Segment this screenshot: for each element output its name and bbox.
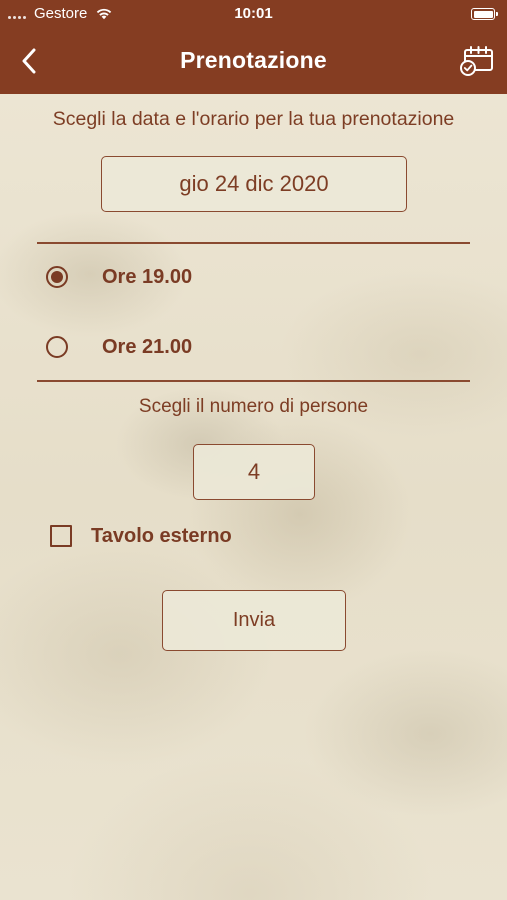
time-slot-option-2100[interactable]: Ore 21.00 bbox=[46, 332, 192, 362]
clock: 10:01 bbox=[234, 5, 273, 22]
persons-label: Scegli il numero di persone bbox=[138, 396, 369, 417]
radio-selected-icon[interactable] bbox=[46, 266, 68, 288]
persons-count-value: 4 bbox=[247, 459, 261, 484]
outdoor-table-label: Tavolo esterno bbox=[91, 524, 232, 547]
status-bar: Gestore 10:01 bbox=[0, 0, 507, 30]
time-slot-label: Ore 21.00 bbox=[102, 335, 193, 358]
time-slot-option-1900[interactable]: Ore 19.00 bbox=[46, 262, 192, 292]
radio-unselected-icon[interactable] bbox=[46, 336, 68, 358]
submit-label: Invia bbox=[232, 609, 276, 631]
date-value: gio 24 dic 2020 bbox=[179, 171, 329, 196]
divider-bottom bbox=[37, 380, 470, 382]
page-title: Prenotazione bbox=[180, 47, 327, 73]
submit-button[interactable]: Invia bbox=[162, 590, 346, 651]
battery-icon bbox=[471, 8, 498, 20]
navigation-bar: Prenotazione bbox=[0, 30, 507, 94]
calendar-button[interactable] bbox=[459, 44, 495, 78]
persons-count-field[interactable]: 4 bbox=[193, 444, 315, 500]
checkbox-icon[interactable] bbox=[50, 525, 72, 547]
booking-form: Scegli la data e l'orario per la tua pre… bbox=[0, 94, 507, 900]
date-time-instruction: Scegli la data e l'orario per la tua pre… bbox=[52, 108, 455, 130]
outdoor-table-option[interactable]: Tavolo esterno bbox=[50, 522, 232, 550]
calendar-check-icon bbox=[460, 46, 493, 76]
time-slot-label: Ore 19.00 bbox=[102, 265, 193, 288]
date-picker-button[interactable]: gio 24 dic 2020 bbox=[101, 156, 407, 212]
divider-top bbox=[37, 242, 470, 244]
